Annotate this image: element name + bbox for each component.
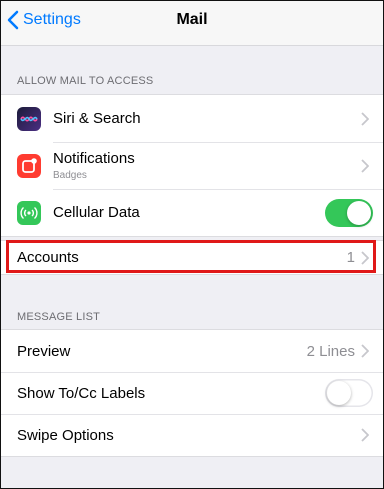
accounts-group: Accounts 1 <box>1 240 383 275</box>
preview-value: 2 Lines <box>306 342 355 360</box>
show-to-cc-toggle[interactable] <box>325 379 373 407</box>
notifications-label: Notifications Badges <box>53 150 361 181</box>
cellular-data-toggle[interactable] <box>325 198 373 227</box>
cellular-data-row: Cellular Data <box>1 189 383 236</box>
accounts-row[interactable]: Accounts 1 <box>1 241 383 274</box>
accounts-label: Accounts <box>17 249 79 266</box>
show-to-cc-row: Show To/Cc Labels <box>1 372 383 414</box>
allow-access-group: Siri & Search Notifications Badges Cellu… <box>1 94 383 237</box>
chevron-right-icon <box>361 428 369 442</box>
section-header-allow-access: ALLOW MAIL TO ACCESS <box>17 75 154 87</box>
notifications-icon <box>17 153 41 178</box>
navigation-bar: Settings Mail <box>1 1 383 46</box>
swipe-options-row[interactable]: Swipe Options <box>1 414 383 456</box>
siri-search-row[interactable]: Siri & Search <box>1 95 383 142</box>
mail-settings-screen: Settings Mail ALLOW MAIL TO ACCESS Siri … <box>0 0 384 489</box>
siri-search-label: Siri & Search <box>53 110 141 127</box>
section-header-message-list: MESSAGE LIST <box>17 311 101 323</box>
preview-row[interactable]: Preview 2 Lines <box>1 330 383 372</box>
notifications-title: Notifications <box>53 150 135 167</box>
notifications-row[interactable]: Notifications Badges <box>1 142 383 189</box>
swipe-options-label: Swipe Options <box>17 426 114 444</box>
cellular-icon <box>17 200 41 225</box>
siri-icon <box>17 106 41 131</box>
chevron-right-icon <box>361 111 369 126</box>
page-title: Mail <box>176 11 208 28</box>
chevron-right-icon <box>361 250 369 265</box>
preview-label: Preview <box>17 342 71 360</box>
accounts-count: 1 <box>346 249 355 266</box>
message-list-group: Preview 2 Lines Show To/Cc Labels Swipe … <box>1 329 383 457</box>
chevron-right-icon <box>361 344 369 358</box>
cellular-data-label: Cellular Data <box>53 204 140 221</box>
toggle-knob <box>327 381 351 405</box>
toggle-knob <box>347 200 371 225</box>
show-to-cc-label: Show To/Cc Labels <box>17 384 146 402</box>
chevron-right-icon <box>361 158 369 173</box>
notifications-sublabel: Badges <box>53 170 87 181</box>
